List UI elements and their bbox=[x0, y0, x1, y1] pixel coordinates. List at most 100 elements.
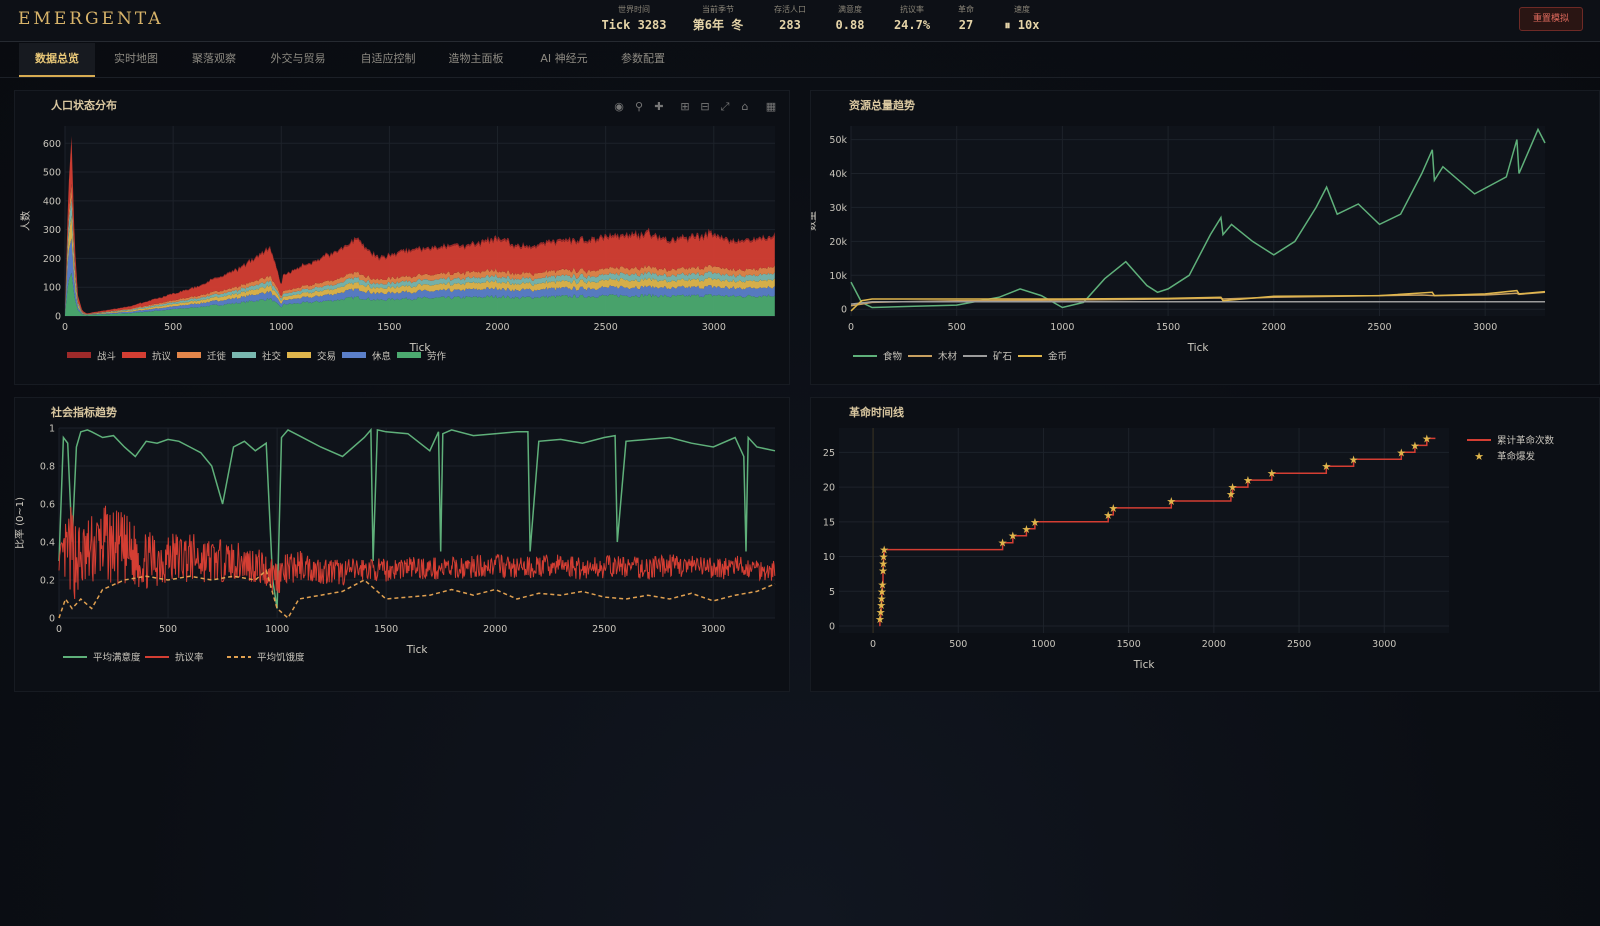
panel-revolution: 革命时间线 0 500 1000 1500 2000 2500 3000 0 5 10 15 20 25… bbox=[810, 397, 1600, 692]
social-indicators-chart[interactable]: 0 500 1000 1500 2000 2500 3000 0 0.2 0.4 0.6 0.8 1 Ti… bbox=[15, 398, 791, 693]
population-area-chart[interactable]: 0 500 1000 1500 2000 2500 3000 0 100 200 300 400 500… bbox=[15, 91, 791, 386]
legend-item: 平均饥饿度 bbox=[227, 652, 305, 664]
x-tick-label: 3000 bbox=[701, 624, 725, 635]
y-axis-label: 人数 bbox=[19, 211, 32, 231]
revolution-marker: ★ bbox=[1030, 516, 1040, 529]
legend-label: 食物 bbox=[883, 351, 903, 363]
legend-label: 矿石 bbox=[993, 351, 1012, 363]
legend-swatch bbox=[397, 352, 421, 358]
y-axis-label: 数量 bbox=[811, 211, 818, 231]
legend-label: 战斗 bbox=[97, 352, 116, 363]
revolution-timeline-chart[interactable]: 0 500 1000 1500 2000 2500 3000 0 5 10 15 20 25 Tick 累计… bbox=[811, 398, 1600, 693]
revolution-marker: ★ bbox=[879, 544, 889, 557]
y-tick-label: 300 bbox=[43, 225, 61, 236]
y-tick-label: 10 bbox=[823, 552, 835, 563]
legend-marker: ★ bbox=[1474, 450, 1484, 463]
legend-label: 金币 bbox=[1048, 351, 1067, 363]
legend-swatch bbox=[232, 352, 256, 358]
x-tick-label: 2500 bbox=[1367, 322, 1391, 333]
legend-label: 累计革命次数 bbox=[1497, 435, 1555, 447]
legend-item: 迁徙 bbox=[177, 351, 227, 363]
revolution-marker: ★ bbox=[877, 578, 887, 591]
legend-label: 抗议 bbox=[152, 351, 172, 363]
y-tick-label: 0 bbox=[55, 312, 61, 323]
x-tick-label: 2000 bbox=[485, 322, 509, 333]
x-tick-label: 1000 bbox=[265, 624, 289, 635]
plot-area bbox=[851, 126, 1545, 316]
y-tick-label: 40k bbox=[829, 169, 847, 180]
y-tick-label: 0.8 bbox=[40, 462, 55, 473]
revolution-marker: ★ bbox=[1321, 460, 1331, 473]
legend-label: 革命爆发 bbox=[1497, 451, 1536, 463]
tab-adaptive-control[interactable]: 自适应控制 bbox=[348, 43, 428, 77]
plot-area bbox=[59, 428, 775, 618]
y-tick-label: 0.6 bbox=[40, 500, 55, 511]
legend-item: 交易 bbox=[287, 351, 336, 363]
tab-parameters[interactable]: 参数配置 bbox=[608, 43, 678, 77]
legend-label: 休息 bbox=[372, 351, 391, 363]
revolution-marker: ★ bbox=[1267, 467, 1277, 480]
x-tick-label: 1000 bbox=[1050, 322, 1074, 333]
stat-world-time: 世界时间 Tick 3283 bbox=[594, 4, 674, 34]
revolution-marker: ★ bbox=[1410, 439, 1420, 452]
legend-label: 交易 bbox=[317, 351, 336, 363]
tab-creator-panel[interactable]: 造物主面板 bbox=[436, 43, 516, 77]
x-axis-label: Tick bbox=[1133, 659, 1156, 671]
revolution-marker: ★ bbox=[1008, 530, 1018, 543]
x-tick-label: 2000 bbox=[1262, 322, 1286, 333]
tab-diplomacy-trade[interactable]: 外交与贸易 bbox=[258, 43, 338, 77]
tab-settlements[interactable]: 聚落观察 bbox=[182, 43, 246, 77]
x-tick-label: 2000 bbox=[483, 624, 507, 635]
app-logo: EMERGENTA bbox=[18, 9, 164, 29]
x-tick-label: 3000 bbox=[702, 322, 726, 333]
x-tick-label: 1000 bbox=[1031, 639, 1055, 650]
tab-live-map[interactable]: 实时地图 bbox=[104, 43, 168, 77]
legend-item: 抗议率 bbox=[145, 652, 204, 664]
legend-label: 社交 bbox=[262, 351, 282, 363]
x-tick-label: 3000 bbox=[1372, 639, 1396, 650]
y-tick-label: 15 bbox=[823, 517, 835, 528]
main-tabs: 数据总览 实时地图 聚落观察 外交与贸易 自适应控制 造物主面板 AI 神经元 … bbox=[18, 43, 1598, 77]
x-tick-label: 500 bbox=[159, 624, 177, 635]
tab-ai-neurons[interactable]: AI 神经元 bbox=[524, 43, 604, 77]
legend-item: 平均满意度 bbox=[63, 652, 141, 664]
x-tick-label: 0 bbox=[848, 322, 854, 333]
x-tick-label: 0 bbox=[56, 624, 62, 635]
stat-label: 速度 bbox=[1014, 5, 1030, 14]
speed-value[interactable]: ⏸ 10x bbox=[982, 16, 1062, 34]
x-tick-label: 2500 bbox=[594, 322, 618, 333]
x-tick-label: 1500 bbox=[1156, 322, 1180, 333]
resources-line-chart[interactable]: 0 500 1000 1500 2000 2500 3000 0 10k 20k 30k 40k 50k… bbox=[811, 91, 1600, 386]
x-tick-label: 1500 bbox=[1117, 639, 1141, 650]
y-tick-label: 0.4 bbox=[40, 538, 55, 549]
legend-label: 劳作 bbox=[427, 351, 447, 363]
revolution-marker: ★ bbox=[1166, 495, 1176, 508]
x-tick-label: 1500 bbox=[374, 624, 398, 635]
legend-item: 矿石 bbox=[963, 351, 1012, 363]
top-bar: EMERGENTA 世界时间 Tick 3283 当前季节 第6年 冬 存活人口… bbox=[0, 0, 1600, 42]
revolution-marker: ★ bbox=[1422, 432, 1432, 445]
x-tick-label: 0 bbox=[62, 322, 68, 333]
legend-swatch bbox=[177, 352, 201, 358]
reset-simulation-button[interactable]: 重置模拟 bbox=[1519, 7, 1583, 31]
panel-social: 社会指标趋势 0 500 1000 1500 2000 2500 3000 0 0.2 0.4 0.… bbox=[14, 397, 790, 692]
y-tick-label: 0.2 bbox=[40, 576, 55, 587]
tab-overview[interactable]: 数据总览 bbox=[19, 43, 95, 77]
stat-speed[interactable]: 速度 ⏸ 10x bbox=[982, 4, 1062, 34]
y-tick-label: 50k bbox=[829, 135, 847, 146]
legend-swatch bbox=[287, 352, 311, 358]
legend-item: 累计革命次数 bbox=[1467, 435, 1555, 447]
legend-item: 抗议 bbox=[122, 351, 172, 363]
revolution-marker: ★ bbox=[1228, 481, 1238, 494]
legend-label: 平均满意度 bbox=[93, 652, 141, 664]
revolution-marker: ★ bbox=[1349, 453, 1359, 466]
y-tick-label: 5 bbox=[829, 587, 835, 598]
x-tick-label: 0 bbox=[870, 639, 876, 650]
x-tick-label: 2500 bbox=[592, 624, 616, 635]
legend-item: 战斗 bbox=[67, 352, 116, 363]
x-tick-label: 2500 bbox=[1287, 639, 1311, 650]
x-tick-label: 1000 bbox=[269, 322, 293, 333]
x-axis-label: Tick bbox=[1187, 342, 1210, 354]
legend-item: 休息 bbox=[342, 351, 391, 363]
y-tick-label: 30k bbox=[829, 203, 847, 214]
